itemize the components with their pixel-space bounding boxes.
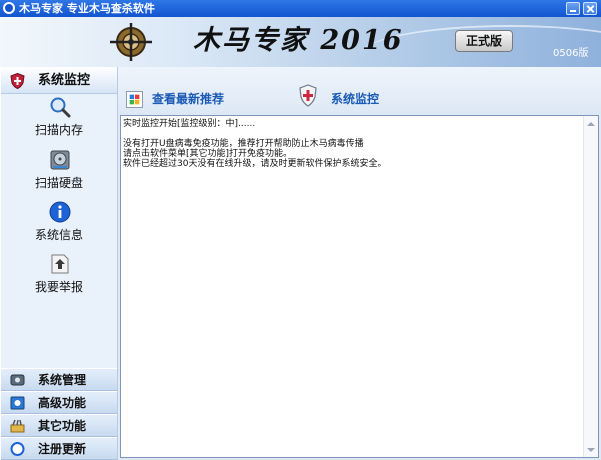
magnifier-icon: [50, 97, 71, 118]
log-line: 实时监控开始[监控级别：中]......: [123, 119, 256, 129]
product-banner: 木马专家 2016 正式版 0506版: [0, 17, 601, 67]
report-button[interactable]: 我要举报: [1, 253, 117, 303]
advanced-icon: [10, 396, 25, 410]
close-button[interactable]: [583, 2, 597, 15]
log-line: 软件已经超过30天没有在线升级，请及时更新软件保护系统安全。: [123, 159, 387, 169]
crosshair-logo-icon: [110, 23, 152, 61]
monitor-log[interactable]: 实时监控开始[监控级别：中]...... 没有打开U盘病毒免疫功能，推荐打开帮助…: [120, 115, 599, 458]
scan-memory-label: 扫描内存: [34, 123, 83, 137]
tools-icon: [10, 419, 25, 433]
nav-other-label: 其它功能: [38, 419, 87, 433]
sidebar: 系统监控 扫描内存 扫描硬盘 系统信息 我要举报 系统管理 高级功能 其它功能 …: [1, 67, 118, 460]
app-logo-icon[interactable]: [3, 2, 15, 14]
content-toolbar: 查看最新推荐 系统监控: [118, 67, 601, 115]
report-icon: [51, 254, 69, 274]
nav-system-manage[interactable]: 系统管理: [1, 368, 117, 391]
product-name: 木马专家 2016: [193, 25, 404, 56]
tab-system-monitor-label: 系统监控: [331, 92, 380, 106]
nav-system-manage-label: 系统管理: [38, 373, 87, 387]
register-icon: [10, 442, 25, 456]
scroll-up-icon[interactable]: [587, 122, 595, 126]
scan-disk-label: 扫描硬盘: [34, 176, 83, 190]
info-icon: [49, 201, 71, 223]
log-text: 实时监控开始[监控级别：中]...... 没有打开U盘病毒免疫功能，推荐打开帮助…: [123, 119, 581, 169]
title-bar: 木马专家 专业木马查杀软件: [0, 0, 601, 17]
main-content: 查看最新推荐 系统监控 实时监控开始[监控级别：中]...... 没有打开U盘病…: [118, 67, 601, 460]
scroll-down-icon[interactable]: [587, 448, 595, 452]
nav-register-label: 注册更新: [38, 442, 87, 456]
minimize-button[interactable]: [566, 2, 580, 15]
version-label: 0506版: [553, 48, 589, 59]
nav-register[interactable]: 注册更新: [1, 437, 117, 460]
sidebar-section-label: 系统监控: [38, 73, 91, 88]
nav-advanced-label: 高级功能: [38, 396, 87, 410]
system-info-button[interactable]: 系统信息: [1, 201, 117, 251]
nav-advanced[interactable]: 高级功能: [1, 391, 117, 414]
shield-icon: [299, 84, 317, 107]
report-label: 我要举报: [34, 280, 83, 294]
shield-icon: [10, 73, 25, 89]
recommend-link-text: 查看最新推荐: [152, 92, 225, 106]
log-line: 请点击软件菜单[其它功能]打开免疫功能。: [123, 149, 293, 159]
edition-badge: 正式版: [455, 30, 513, 52]
vertical-scrollbar[interactable]: [583, 116, 598, 457]
log-spacer: [123, 129, 581, 139]
scan-disk-button[interactable]: 扫描硬盘: [1, 149, 117, 199]
disk-icon: [50, 150, 70, 170]
sidebar-section-monitor[interactable]: 系统监控: [1, 67, 117, 94]
manage-icon: [10, 374, 25, 386]
scan-memory-button[interactable]: 扫描内存: [1, 96, 117, 146]
log-line: 没有打开U盘病毒免疫功能，推荐打开帮助防止木马病毒传播: [123, 139, 364, 149]
system-info-label: 系统信息: [34, 228, 83, 242]
window-title: 木马专家 专业木马查杀软件: [19, 2, 155, 15]
nav-other[interactable]: 其它功能: [1, 414, 117, 437]
grid-icon: [126, 91, 143, 108]
